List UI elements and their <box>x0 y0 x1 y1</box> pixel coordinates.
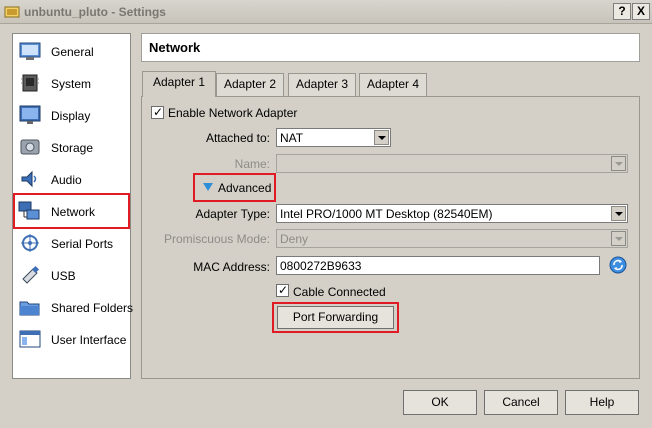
sidebar-item-label: Network <box>51 205 96 219</box>
sidebar-item-label: USB <box>51 269 76 283</box>
sidebar-item-label: General <box>51 45 94 59</box>
virtualbox-icon <box>4 6 20 18</box>
tab-adapter-3[interactable]: Adapter 3 <box>288 73 356 96</box>
adapter-type-value: Intel PRO/1000 MT Desktop (82540EM) <box>280 207 493 221</box>
sidebar-item-system[interactable]: System <box>13 67 130 99</box>
refresh-mac-icon[interactable] <box>609 256 627 274</box>
name-label: Name: <box>234 157 270 171</box>
sidebar-item-label: Audio <box>51 173 82 187</box>
mac-address-label: MAC Address: <box>193 260 270 274</box>
promiscuous-mode-select[interactable]: Deny <box>276 229 628 248</box>
chevron-down-icon <box>611 156 626 171</box>
sidebar-item-general[interactable]: General <box>13 35 130 67</box>
adapter-type-label: Adapter Type: <box>195 207 271 221</box>
tab-adapter-1[interactable]: Adapter 1 <box>142 71 216 97</box>
help-button[interactable]: Help <box>565 390 639 415</box>
network-icon <box>18 201 40 220</box>
sidebar-item-storage[interactable]: Storage <box>13 131 130 163</box>
checkmark-icon: ✓ <box>153 105 164 119</box>
name-select[interactable] <box>276 154 628 173</box>
checkmark-icon: ✓ <box>278 283 289 297</box>
adapter-type-select[interactable]: Intel PRO/1000 MT Desktop (82540EM) <box>276 204 628 223</box>
sidebar-item-audio[interactable]: Audio <box>13 163 130 195</box>
mac-address-input[interactable]: 0800272B9633 <box>276 256 600 275</box>
triangle-down-icon <box>203 183 213 191</box>
window-title: unbuntu_pluto - Settings <box>24 5 166 19</box>
shared-folders-icon <box>19 301 40 316</box>
advanced-toggle[interactable]: Advanced <box>201 181 271 195</box>
audio-icon <box>21 170 37 188</box>
ok-button[interactable]: OK <box>403 390 477 415</box>
chevron-down-icon <box>611 206 626 221</box>
sidebar-item-shared-folders[interactable]: Shared Folders <box>13 291 134 323</box>
cancel-button[interactable]: Cancel <box>484 390 558 415</box>
advanced-label: Advanced <box>218 181 272 195</box>
promiscuous-mode-label: Promiscuous Mode: <box>163 232 270 246</box>
page-header: Network <box>141 33 640 62</box>
sidebar-item-usb[interactable]: USB <box>13 259 130 291</box>
system-icon <box>21 74 39 92</box>
help-title-button[interactable]: ? <box>613 3 631 20</box>
sidebar-item-label: Display <box>51 109 91 123</box>
enable-adapter-checkbox[interactable]: ✓ <box>151 105 164 119</box>
sidebar-item-label: Shared Folders <box>51 301 134 315</box>
storage-icon <box>20 139 40 155</box>
chevron-down-icon <box>611 231 626 246</box>
sidebar-item-label: User Interface <box>51 333 127 347</box>
attached-to-label: Attached to: <box>205 131 270 145</box>
general-icon <box>19 42 41 60</box>
settings-window: unbuntu_pluto - Settings ? X General Sys… <box>0 0 652 428</box>
cable-connected-checkbox[interactable]: ✓ <box>276 283 289 297</box>
user-interface-icon <box>19 330 41 348</box>
chevron-down-icon <box>374 130 389 145</box>
title-bar[interactable]: unbuntu_pluto - Settings ? X <box>0 0 652 24</box>
close-button[interactable]: X <box>632 3 650 20</box>
serial-ports-icon <box>21 234 39 252</box>
enable-adapter-label: Enable Network Adapter <box>168 106 298 120</box>
sidebar-item-display[interactable]: Display <box>13 99 130 131</box>
promiscuous-mode-value: Deny <box>280 232 309 246</box>
sidebar-item-network[interactable]: Network <box>13 193 130 229</box>
attached-to-select[interactable]: NAT <box>276 128 391 147</box>
port-forwarding-button[interactable]: Port Forwarding <box>277 306 394 329</box>
tab-adapter-4[interactable]: Adapter 4 <box>359 73 427 96</box>
sidebar-item-serial-ports[interactable]: Serial Ports <box>13 227 130 259</box>
usb-icon <box>22 265 40 284</box>
settings-sidebar: General System Display Storage Audio Net… <box>12 33 134 379</box>
display-icon <box>19 105 41 124</box>
page-title: Network <box>149 40 201 55</box>
mac-address-value: 0800272B9633 <box>280 259 362 273</box>
sidebar-item-label: System <box>51 77 92 91</box>
attached-to-value: NAT <box>280 131 304 145</box>
sidebar-item-label: Storage <box>51 141 94 155</box>
sidebar-item-label: Serial Ports <box>51 237 114 251</box>
tab-adapter-2[interactable]: Adapter 2 <box>216 73 284 96</box>
sidebar-item-user-interface[interactable]: User Interface <box>13 323 130 355</box>
cable-connected-label: Cable Connected <box>293 285 386 299</box>
